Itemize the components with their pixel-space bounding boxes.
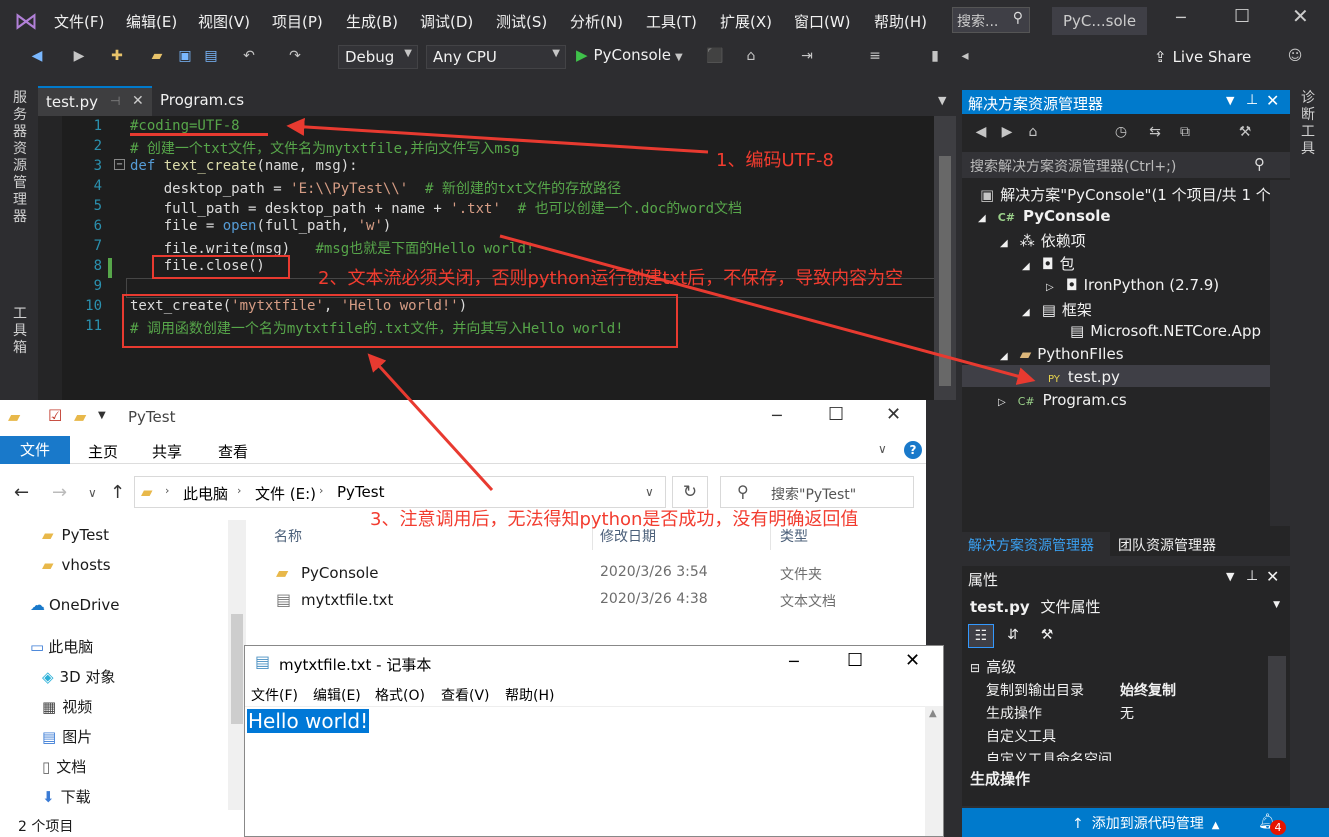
annotation-2: 2、文本流必须关闭，否则python运行创建txt后，不保存，导致内容为空 bbox=[318, 268, 904, 289]
annotation-1: 1、编码UTF-8 bbox=[716, 150, 834, 171]
annotation-arrows bbox=[286, 117, 1036, 492]
annotation-3: 3、注意调用后，无法得知python是否成功，没有明确返回值 bbox=[370, 509, 859, 530]
arrow-1 bbox=[286, 117, 709, 154]
arrow-3 bbox=[367, 353, 494, 492]
arrow-2 bbox=[499, 234, 1036, 385]
